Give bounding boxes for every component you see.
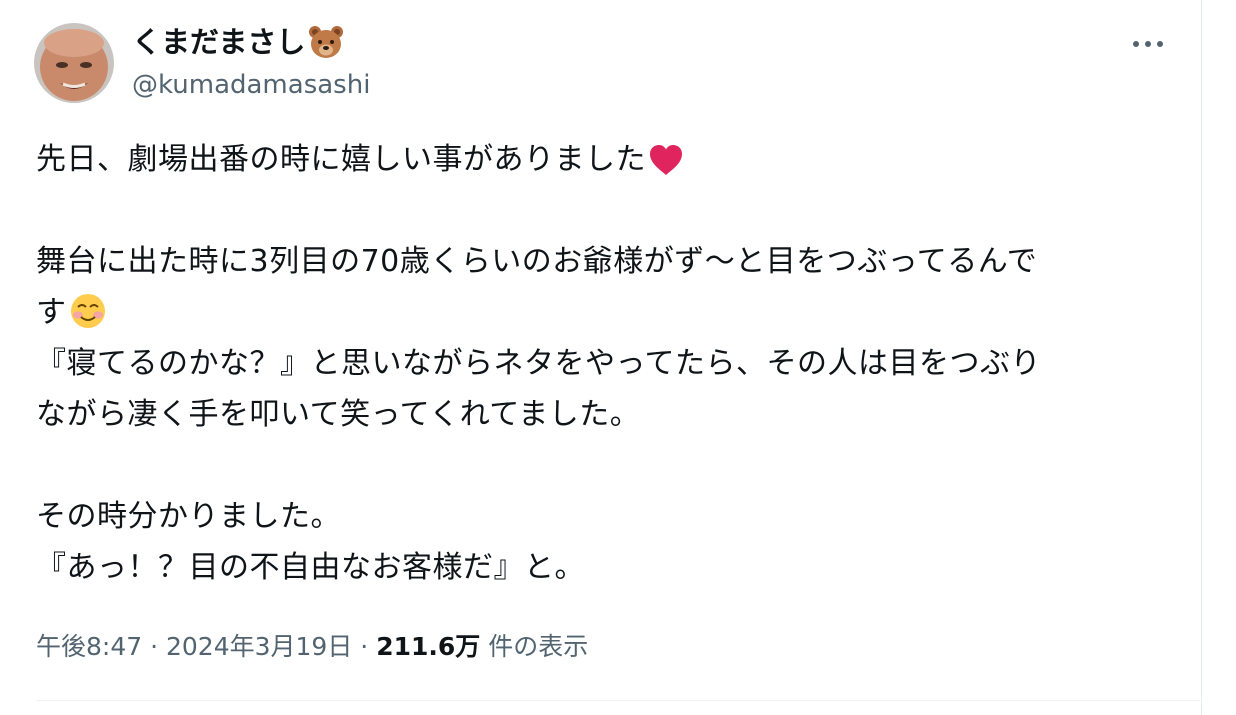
red-heart-icon [648, 142, 684, 193]
views-count[interactable]: 211.6万 [376, 632, 480, 661]
tweet-line: 『あっ！？目の不自由なお客様だ』と。 [36, 542, 1176, 593]
tweet-line: す [36, 287, 1176, 338]
tweet-line-text: す [36, 295, 67, 330]
tweet-line-text: その時分かりました。 [36, 499, 341, 534]
user-handle[interactable]: @kumadamasashi [132, 68, 370, 102]
meta-separator: · [360, 632, 369, 661]
avatar-image [34, 23, 114, 103]
meta-separator: · [150, 632, 159, 661]
tweet-time[interactable]: 午後8:47 [36, 632, 142, 661]
tweet-line-text: 『寝てるのかな？』と思いながらネタをやってたら、その人は目をつぶり [36, 346, 1041, 381]
right-border [1201, 0, 1202, 715]
tweet-meta: 午後8:47 · 2024年3月19日 · 211.6万 件の表示 [36, 629, 588, 665]
more-options-button[interactable] [1124, 26, 1172, 62]
display-name[interactable]: くまだまさし [132, 22, 345, 62]
tweet-date[interactable]: 2024年3月19日 [166, 632, 352, 661]
more-horizontal-icon [1133, 41, 1163, 47]
bear-face-icon [307, 23, 345, 61]
divider [36, 700, 1202, 701]
tweet-line: ながら凄く手を叩いて笑ってくれてました。 [36, 389, 1176, 440]
tweet-line: 舞台に出た時に3列目の70歳くらいのお爺様がず～と目をつぶってるんで [36, 236, 1176, 287]
avatar[interactable] [34, 23, 114, 103]
tweet-line: 『寝てるのかな？』と思いながらネタをやってたら、その人は目をつぶり [36, 338, 1176, 389]
tweet-line: 先日、劇場出番の時に嬉しい事がありました [36, 134, 1176, 185]
tweet-line-text: 『あっ！？目の不自由なお客様だ』と。 [36, 550, 585, 585]
tweet-line-text: 先日、劇場出番の時に嬉しい事がありました [36, 142, 646, 177]
tweet-line-text: 舞台に出た時に3列目の70歳くらいのお爺様がず～と目をつぶってるんで [36, 244, 1038, 279]
tweet-line: その時分かりました。 [36, 491, 1176, 542]
views-label[interactable]: 件の表示 [488, 632, 588, 661]
tweet-text: 先日、劇場出番の時に嬉しい事がありました 舞台に出た時に3列目の70歳くらいのお… [36, 134, 1176, 593]
tweet-line-text: ながら凄く手を叩いて笑ってくれてました。 [36, 397, 641, 432]
display-name-text: くまだまさし [132, 25, 306, 59]
